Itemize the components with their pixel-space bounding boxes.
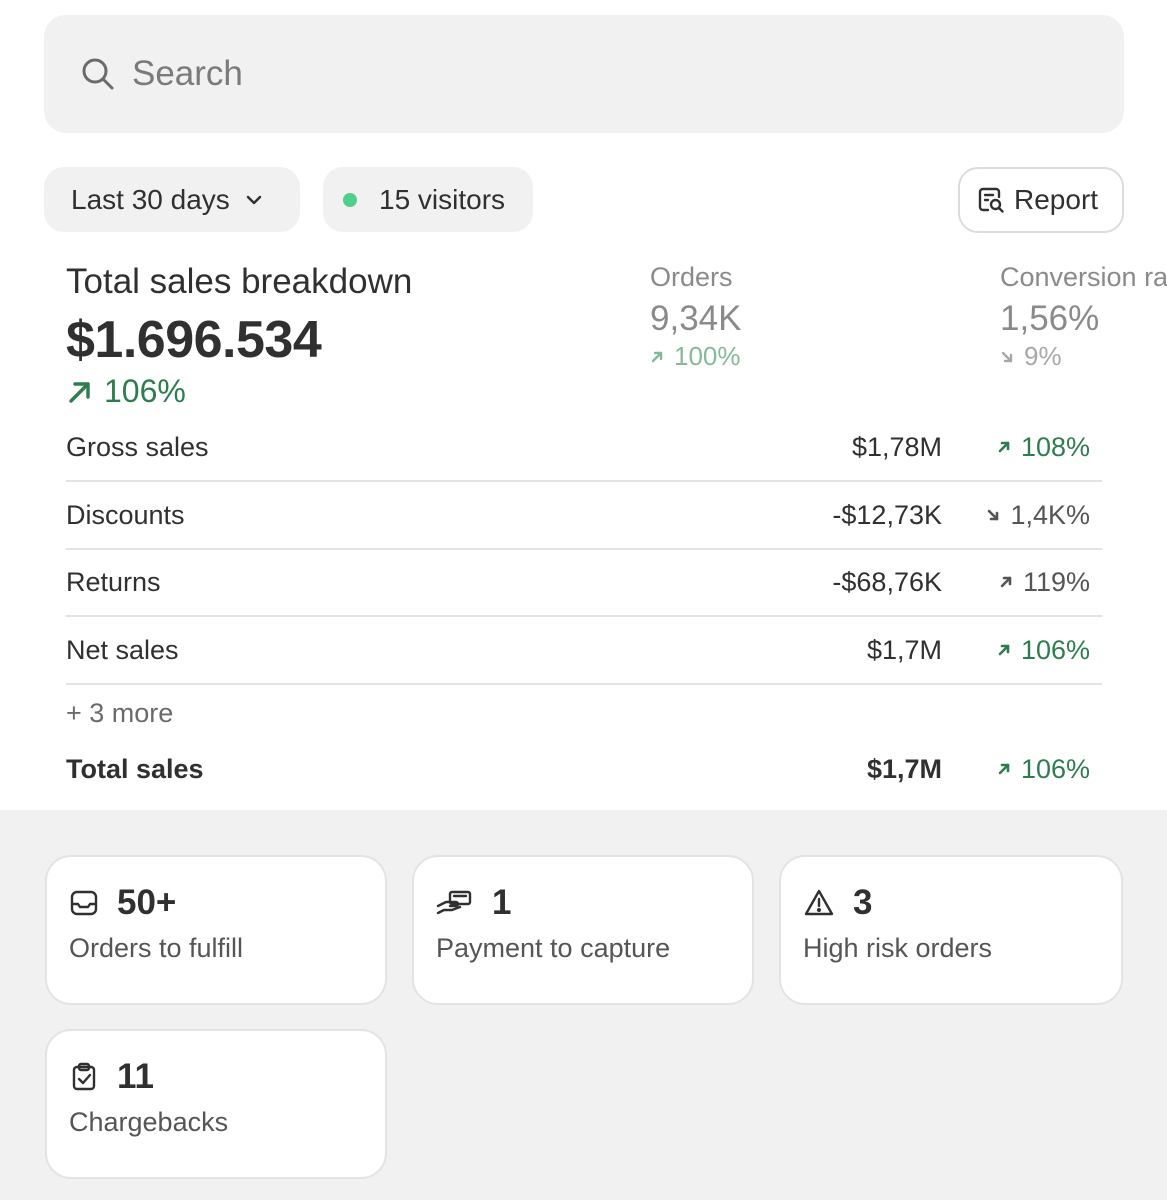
row-amount: $1,7M bbox=[866, 753, 942, 784]
arrow-down-right-icon bbox=[986, 508, 1000, 522]
row-change: 106% bbox=[982, 754, 1102, 785]
conversion-change: 9% bbox=[1000, 341, 1167, 372]
alert-triangle-icon bbox=[803, 888, 835, 918]
arrow-up-right-icon bbox=[997, 643, 1011, 657]
task-label: Chargebacks bbox=[69, 1107, 229, 1137]
row-name: Returns bbox=[66, 566, 161, 597]
task-count: 3 bbox=[853, 883, 873, 922]
chevron-down-icon bbox=[244, 190, 264, 210]
total-sales-change-value: 106% bbox=[104, 373, 186, 409]
conversion-change-value: 9% bbox=[1024, 341, 1062, 371]
conversion-metric[interactable]: Conversion ra 1,56% 9% bbox=[1000, 262, 1167, 372]
orders-metric[interactable]: Orders 9,34K 100% bbox=[650, 262, 741, 372]
row-name: Gross sales bbox=[66, 431, 209, 462]
visitors-label: 15 visitors bbox=[379, 183, 506, 215]
task-card-high-risk-orders[interactable]: 3 High risk orders bbox=[779, 855, 1123, 1005]
row-name: Net sales bbox=[66, 634, 179, 665]
report-label: Report bbox=[1014, 184, 1099, 215]
row-change: 1,4K% bbox=[982, 500, 1102, 531]
task-card-orders-to-fulfill[interactable]: 50+ Orders to fulfill bbox=[45, 855, 387, 1005]
clipboard-check-icon bbox=[69, 1062, 99, 1092]
breakdown-row-total-sales[interactable]: Total sales $1,7M 106% bbox=[66, 735, 1102, 803]
breakdown-row-returns[interactable]: Returns -$68,76K 119% bbox=[66, 549, 1102, 617]
task-card-payment-to-capture[interactable]: 1 Payment to capture bbox=[412, 855, 754, 1005]
task-label: Orders to fulfill bbox=[69, 933, 244, 963]
arrow-up-right-icon bbox=[999, 575, 1013, 589]
row-change-value: 106% bbox=[1020, 634, 1090, 665]
row-change: 108% bbox=[982, 432, 1102, 463]
row-change-value: 108% bbox=[1020, 431, 1090, 462]
search-bar[interactable] bbox=[44, 15, 1124, 133]
task-label: Payment to capture bbox=[436, 933, 671, 963]
date-range-selector[interactable]: Last 30 days bbox=[44, 167, 300, 232]
conversion-value: 1,56% bbox=[1000, 299, 1100, 338]
task-label: High risk orders bbox=[803, 933, 993, 963]
task-count: 50+ bbox=[117, 883, 177, 922]
show-more-link[interactable]: + 3 more bbox=[66, 698, 173, 729]
breakdown-row-discounts[interactable]: Discounts -$12,73K 1,4K% bbox=[66, 482, 1102, 550]
report-search-icon bbox=[976, 185, 1006, 215]
live-visitors-badge[interactable]: 15 visitors bbox=[323, 167, 533, 232]
hand-money-icon bbox=[436, 888, 474, 918]
row-amount: -$68,76K bbox=[832, 566, 942, 597]
row-change: 106% bbox=[982, 635, 1102, 666]
task-card-chargebacks[interactable]: 11 Chargebacks bbox=[45, 1029, 387, 1179]
row-change-value: 119% bbox=[1022, 566, 1090, 597]
row-change-value: 1,4K% bbox=[1010, 499, 1090, 530]
search-icon bbox=[80, 56, 116, 92]
search-input[interactable] bbox=[132, 54, 1032, 94]
breakdown-row-gross-sales[interactable]: Gross sales $1,78M 108% bbox=[66, 414, 1102, 482]
arrow-up-right-icon bbox=[997, 762, 1011, 776]
report-button[interactable]: Report bbox=[958, 167, 1124, 233]
orders-value: 9,34K bbox=[650, 299, 742, 338]
row-change: 119% bbox=[982, 567, 1102, 598]
orders-change: 100% bbox=[650, 341, 741, 372]
live-status-dot-icon bbox=[343, 192, 357, 207]
arrow-up-right-icon bbox=[997, 440, 1011, 454]
task-count: 11 bbox=[117, 1057, 154, 1096]
orders-change-value: 100% bbox=[674, 341, 741, 371]
inbox-icon bbox=[69, 888, 99, 918]
breakdown-row-net-sales[interactable]: Net sales $1,7M 106% bbox=[66, 617, 1102, 685]
row-amount: $1,7M bbox=[866, 634, 942, 665]
row-change-value: 106% bbox=[1020, 753, 1090, 784]
arrow-down-right-icon bbox=[1000, 350, 1014, 364]
row-amount: $1,78M bbox=[851, 431, 942, 462]
arrow-up-right-icon bbox=[66, 378, 94, 406]
row-amount: -$12,73K bbox=[832, 499, 942, 530]
row-name: Discounts bbox=[66, 499, 185, 530]
total-sales-value: $1.696.534 bbox=[66, 311, 322, 369]
total-sales-change: 106% bbox=[66, 373, 186, 410]
sales-breakdown-title: Total sales breakdown bbox=[66, 262, 413, 301]
arrow-up-right-icon bbox=[650, 350, 664, 364]
task-count: 1 bbox=[492, 883, 512, 922]
row-name: Total sales bbox=[66, 753, 204, 784]
conversion-label: Conversion ra bbox=[1000, 262, 1167, 292]
date-range-label: Last 30 days bbox=[71, 183, 230, 215]
orders-label: Orders bbox=[650, 262, 733, 292]
